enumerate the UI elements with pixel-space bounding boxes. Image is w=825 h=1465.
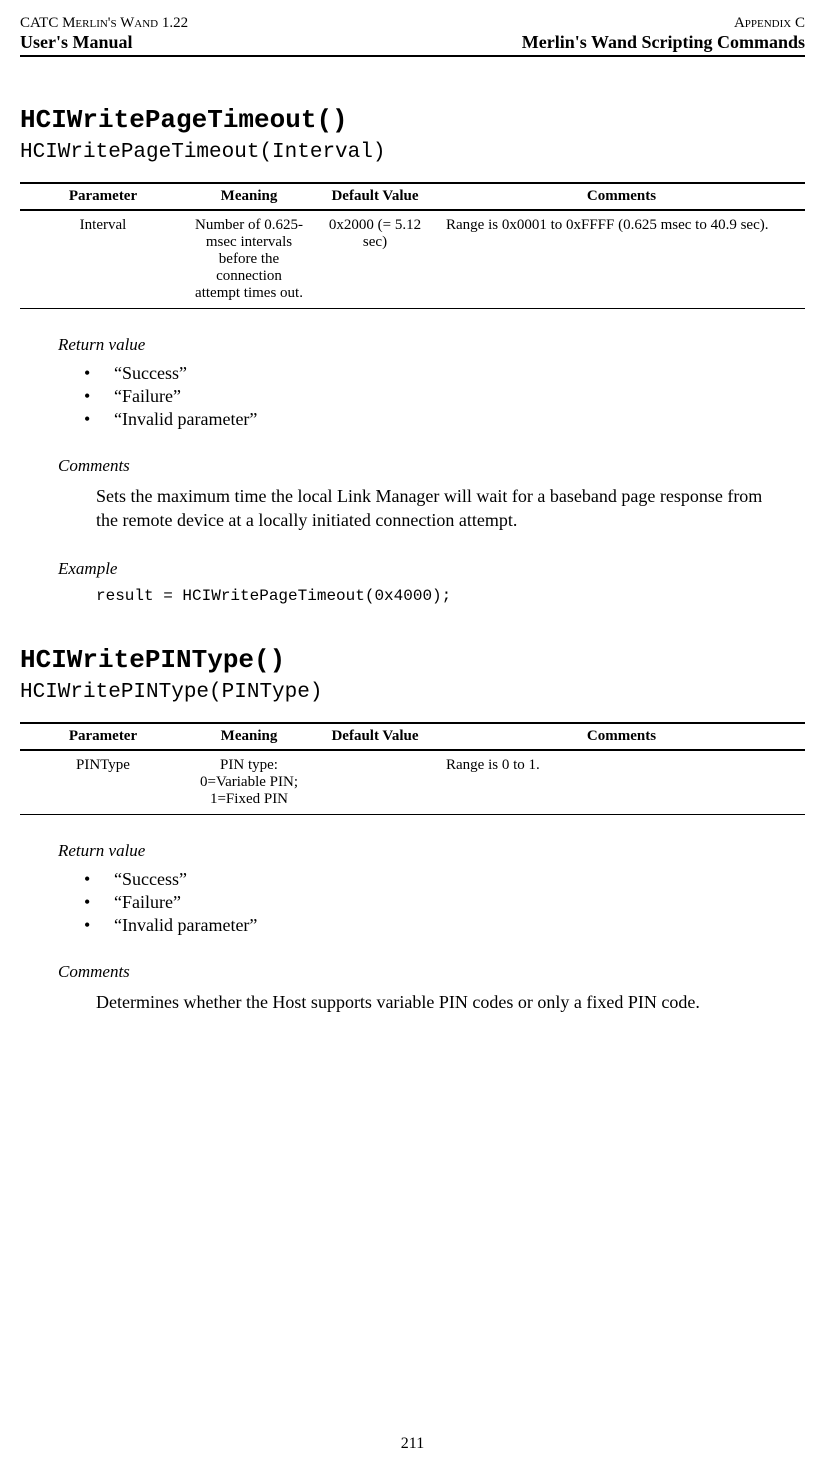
list-item: “Success”	[84, 363, 805, 384]
return-value-heading: Return value	[58, 841, 805, 861]
col-default: Default Value	[312, 723, 438, 750]
comments-heading: Comments	[58, 962, 805, 982]
cell-meaning: Number of 0.625-msec intervals before th…	[186, 210, 312, 309]
header-appendix: Appendix C	[734, 15, 805, 32]
cell-comments: Range is 0 to 1.	[438, 750, 805, 815]
cell-comments: Range is 0x0001 to 0xFFFF (0.625 msec to…	[438, 210, 805, 309]
running-header-top: CATC Merlin's Wand 1.22 Appendix C	[20, 15, 805, 32]
document-page: CATC Merlin's Wand 1.22 Appendix C User'…	[0, 0, 825, 1465]
cell-default	[312, 750, 438, 815]
table-row: PINType PIN type: 0=Variable PIN; 1=Fixe…	[20, 750, 805, 815]
header-section-title: Merlin's Wand Scripting Commands	[522, 32, 805, 53]
cell-parameter: PINType	[20, 750, 186, 815]
function-signature: HCIWritePINType(PINType)	[20, 681, 805, 704]
col-parameter: Parameter	[20, 183, 186, 210]
function-signature: HCIWritePageTimeout(Interval)	[20, 141, 805, 164]
function-title: HCIWritePageTimeout()	[20, 105, 805, 135]
header-manual: User's Manual	[20, 32, 133, 53]
page-number: 211	[0, 1435, 825, 1453]
col-meaning: Meaning	[186, 723, 312, 750]
running-header-bottom: User's Manual Merlin's Wand Scripting Co…	[20, 32, 805, 57]
table-row: Interval Number of 0.625-msec intervals …	[20, 210, 805, 309]
table-header-row: Parameter Meaning Default Value Comments	[20, 723, 805, 750]
col-parameter: Parameter	[20, 723, 186, 750]
return-value-heading: Return value	[58, 335, 805, 355]
col-default: Default Value	[312, 183, 438, 210]
comments-heading: Comments	[58, 456, 805, 476]
table-header-row: Parameter Meaning Default Value Comments	[20, 183, 805, 210]
return-value-list: “Success” “Failure” “Invalid parameter”	[84, 363, 805, 430]
col-meaning: Meaning	[186, 183, 312, 210]
comments-body: Sets the maximum time the local Link Man…	[96, 484, 785, 533]
header-product: CATC Merlin's Wand 1.22	[20, 15, 188, 32]
list-item: “Invalid parameter”	[84, 409, 805, 430]
list-item: “Failure”	[84, 386, 805, 407]
example-heading: Example	[58, 559, 805, 579]
list-item: “Invalid parameter”	[84, 915, 805, 936]
cell-parameter: Interval	[20, 210, 186, 309]
comments-body: Determines whether the Host supports var…	[96, 990, 785, 1014]
col-comments: Comments	[438, 183, 805, 210]
parameter-table: Parameter Meaning Default Value Comments…	[20, 722, 805, 815]
return-value-list: “Success” “Failure” “Invalid parameter”	[84, 869, 805, 936]
list-item: “Failure”	[84, 892, 805, 913]
parameter-table: Parameter Meaning Default Value Comments…	[20, 182, 805, 309]
list-item: “Success”	[84, 869, 805, 890]
cell-default: 0x2000 (= 5.12 sec)	[312, 210, 438, 309]
cell-meaning: PIN type: 0=Variable PIN; 1=Fixed PIN	[186, 750, 312, 815]
example-code: result = HCIWritePageTimeout(0x4000);	[96, 587, 805, 605]
function-title: HCIWritePINType()	[20, 645, 805, 675]
col-comments: Comments	[438, 723, 805, 750]
